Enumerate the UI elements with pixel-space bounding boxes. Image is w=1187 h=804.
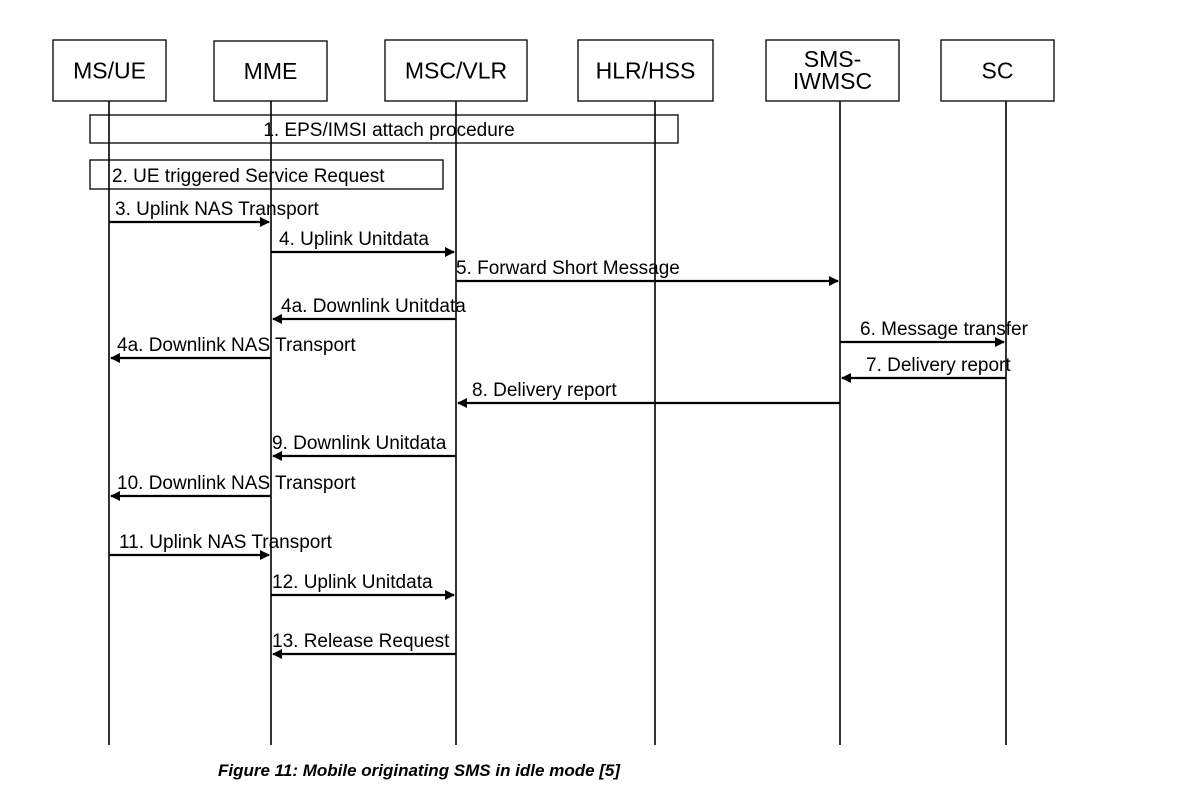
message-7: 7. Delivery report [841, 355, 1011, 383]
procedure-1: 1. EPS/IMSI attach procedure [89, 114, 679, 144]
figure-caption: Figure 11: Mobile originating SMS in idl… [218, 761, 621, 780]
message-9: 9. Downlink Unitdata [272, 433, 456, 461]
message-label: 7. Delivery report [866, 355, 1011, 376]
message-label: 10. Downlink NAS Transport [117, 473, 356, 494]
message-6: 6. Message transfer [840, 319, 1029, 347]
procedure-label: 2. UE triggered Service Request [112, 166, 385, 187]
message-label: 6. Message transfer [860, 319, 1029, 340]
entity-label: SC [982, 58, 1014, 84]
message-label: 4a. Downlink Unitdata [281, 296, 466, 317]
entity-label: MME [244, 58, 298, 84]
message-label: 13. Release Request [272, 631, 450, 652]
entity-mme: MME [213, 40, 328, 102]
message-3: 5. Forward Short Message [456, 258, 839, 286]
message-1: 3. Uplink NAS Transport [109, 199, 320, 227]
sequence-diagram: 1. EPS/IMSI attach procedure 2. UE trigge… [52, 39, 1055, 745]
message-12: 12. Uplink Unitdata [271, 572, 455, 600]
entity-label: MSC/VLR [405, 58, 507, 84]
message-label: 9. Downlink Unitdata [272, 433, 447, 454]
procedure-2: 2. UE triggered Service Request [89, 159, 444, 190]
entity-hlr: HLR/HSS [577, 39, 714, 102]
message-label: 11. Uplink NAS Transport [119, 532, 333, 553]
message-label: 5. Forward Short Message [456, 258, 680, 279]
entity-ue: MS/UE [52, 39, 167, 102]
entity-label: HLR/HSS [596, 58, 696, 84]
message-label: 4a. Downlink NAS Transport [117, 335, 356, 356]
message-label: 8. Delivery report [472, 380, 617, 401]
entity-iwmsc: SMS-IWMSC [765, 39, 900, 102]
message-label: 12. Uplink Unitdata [272, 572, 433, 593]
entity-label: IWMSC [793, 68, 872, 94]
message-5: 4a. Downlink NAS Transport [110, 335, 356, 363]
message-10: 10. Downlink NAS Transport [110, 473, 356, 501]
message-13: 13. Release Request [272, 631, 456, 659]
message-11: 11. Uplink NAS Transport [109, 532, 333, 560]
message-label: 4. Uplink Unitdata [279, 229, 429, 250]
message-4: 4a. Downlink Unitdata [272, 296, 466, 324]
procedure-label: 1. EPS/IMSI attach procedure [263, 120, 514, 141]
entity-sc: SC [940, 39, 1055, 102]
entity-label: MS/UE [73, 58, 146, 84]
message-2: 4. Uplink Unitdata [271, 229, 455, 257]
entity-msc: MSC/VLR [384, 39, 528, 102]
message-label: 3. Uplink NAS Transport [115, 199, 320, 220]
message-8: 8. Delivery report [457, 380, 840, 408]
